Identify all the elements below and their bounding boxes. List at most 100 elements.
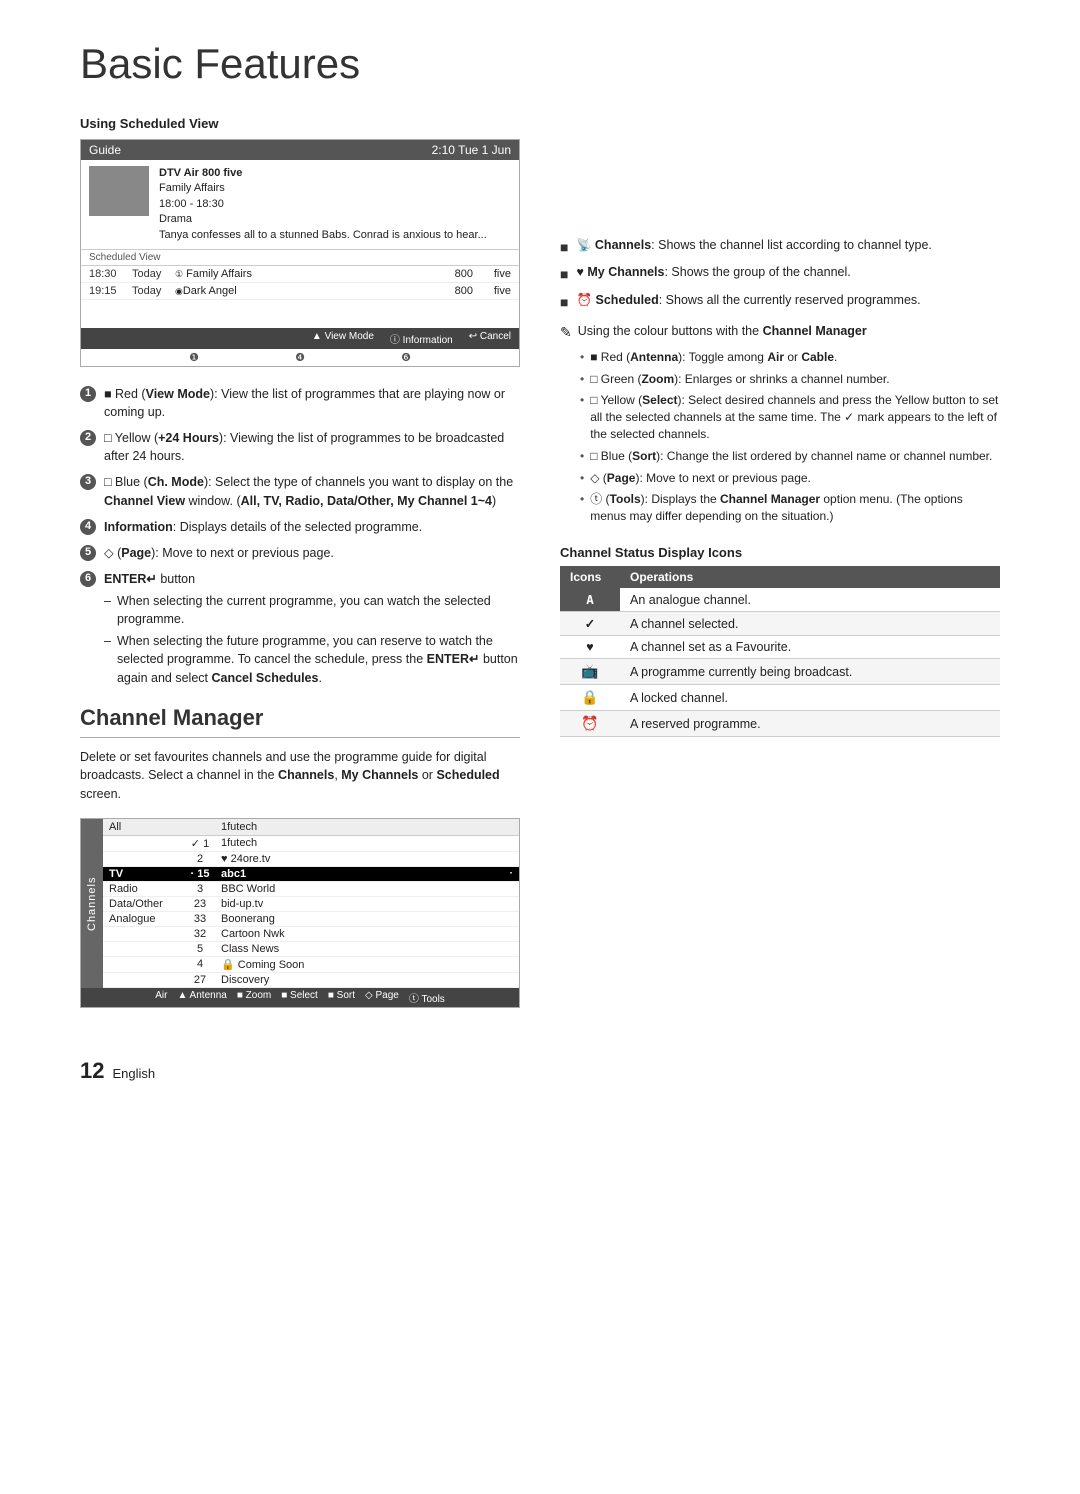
guide-row1-prog: ① Family Affairs [175,268,435,280]
guide-footer: ▲ View Mode ⓘ Information ↩ Cancel [81,328,519,349]
cm-r1-c2: ✓ 1 [185,837,215,850]
status-icon-6: ⏰ [560,711,620,737]
cm-r10-c3: Discovery [221,974,513,986]
cm-r7-c2: 32 [185,928,215,940]
cm-row-9: 4 🔒 Coming Soon [103,957,519,973]
note-icon: ✎ [560,324,572,341]
feat-6-sub-2: – When selecting the future programme, y… [104,632,520,686]
dot-4: • [580,448,584,465]
bullet-channels: ■ 📡 Channels: Shows the channel list acc… [560,236,1000,257]
feat-1-text: ■ Red (View Mode): View the list of prog… [104,385,520,421]
feat-4-text: Information: Displays details of the sel… [104,518,422,536]
colour-sub-1: • ■ Red (Antenna): Toggle among Air or C… [580,349,1000,366]
colour-sub-list: • ■ Red (Antenna): Toggle among Air or C… [560,349,1000,525]
bullet-channels-text: 📡 Channels: Shows the channel list accor… [576,236,931,257]
feature-2: 2 □ Yellow (+24 Hours): Viewing the list… [80,429,520,465]
cm-r6-c3: Boonerang [221,913,513,925]
cm-footer-page: ◇ Page [365,990,399,1005]
cm-footer-tools: ⓣ Tools [409,990,445,1005]
status-section: Channel Status Display Icons Icons Opera… [560,545,1000,737]
status-op-5: A locked channel. [620,685,1000,711]
bullet-scheduled-text: ⏰ Scheduled: Shows all the currently res… [576,291,920,312]
cm-r5-c2: 23 [185,898,215,910]
guide-header: Guide 2:10 Tue 1 Jun [81,140,519,160]
guide-genre: Drama [159,212,487,227]
feat-6-label: ENTER↵ button [104,572,195,586]
guide-scheduled-label: Scheduled View [81,250,519,266]
cm-row-2: 2 ♥ 24ore.tv [103,852,519,867]
cm-main: All 1futech ✓ 1 1futech 2 ♥ 24ore.tv [103,819,519,988]
cm-row-6: Analogue 33 Boonerang [103,912,519,927]
cm-footer-zoom: ■ Zoom [237,990,271,1005]
cm-footer-sort: ■ Sort [328,990,355,1005]
cm-footer-antenna: ▲ Antenna [177,990,226,1005]
status-heading: Channel Status Display Icons [560,545,1000,560]
status-row-5: 🔒 A locked channel. [560,685,1000,711]
status-row-2: ✓ A channel selected. [560,612,1000,636]
status-icon-5: 🔒 [560,685,620,711]
cm-row-5: Data/Other 23 bid-up.tv [103,897,519,912]
cm-sidebar-label: Channels [81,819,103,988]
cm-row-3-highlighted: TV · 15 abc1 · [103,867,519,882]
cm-r4-c1: Radio [109,883,179,895]
cm-row-7: 32 Cartoon Nwk [103,927,519,942]
cm-r9-c2: 4 [185,958,215,970]
feat-num-6: 6 [80,571,96,587]
guide-row2-chan: five [481,285,511,297]
cm-r3-c2: · 15 [185,868,215,880]
right-bullet-list: ■ 📡 Channels: Shows the channel list acc… [560,236,1000,312]
cm-header-col3: 1futech [221,821,513,833]
guide-empty-rows [81,300,519,328]
cm-row-4: Radio 3 BBC World [103,882,519,897]
guide-channel: DTV Air 800 five [159,166,487,181]
cm-header-row: All 1futech [103,819,519,836]
cm-footer-select: ■ Select [281,990,318,1005]
cm-r2-c3: ♥ 24ore.tv [221,853,513,865]
guide-num-4: ❹ [295,351,305,364]
dot-6: • [580,491,584,525]
cm-r6-c2: 33 [185,913,215,925]
cm-header-col1: All [109,821,179,833]
status-row-6: ⏰ A reserved programme. [560,711,1000,737]
status-icon-2: ✓ [560,612,620,636]
status-op-6: A reserved programme. [620,711,1000,737]
colour-sub-4: • □ Blue (Sort): Change the list ordered… [580,448,1000,465]
feature-4: 4 Information: Displays details of the s… [80,518,520,536]
guide-row1-chan: five [481,268,511,280]
guide-timerange: 18:00 - 18:30 [159,197,487,212]
dot-1: • [580,349,584,366]
colour-sub-2: • □ Green (Zoom): Enlarges or shrinks a … [580,371,1000,388]
status-row-3: ♥ A channel set as a Favourite. [560,636,1000,659]
guide-program: Family Affairs [159,181,487,196]
channel-manager-title: Channel Manager [80,705,520,738]
colour-sub-6-text: ⓣ (Tools): Displays the Channel Manager … [590,491,1000,525]
feat-num-5: 5 [80,545,96,561]
guide-info: DTV Air 800 five Family Affairs 18:00 - … [159,166,487,243]
channel-manager-box: Channels All 1futech ✓ 1 1futech [80,818,520,1008]
status-row-4: 📺 A programme currently being broadcast. [560,659,1000,685]
cm-r1-c3: 1futech [221,837,513,849]
right-column: ■ 📡 Channels: Shows the channel list acc… [560,116,1000,1028]
bullet-mychannels: ■ ♥ My Channels: Shows the group of the … [560,263,1000,284]
channel-manager-desc: Delete or set favourites channels and us… [80,748,520,804]
cm-r8-c2: 5 [185,943,215,955]
cm-r8-c3: Class News [221,943,513,955]
page-footer: 12 English [80,1058,1000,1084]
guide-row2-day: Today [132,285,167,297]
colour-sub-4-text: □ Blue (Sort): Change the list ordered b… [590,448,992,465]
feat-6-sub-2-text: When selecting the future programme, you… [117,632,520,686]
status-icon-4: 📺 [560,659,620,685]
cm-r2-c2: 2 [185,853,215,865]
guide-num-6: ❻ [401,351,411,364]
guide-footer-viewmode: ▲ View Mode [312,331,374,346]
bullet-sq-1: ■ [560,237,568,257]
feature-6: 6 ENTER↵ button – When selecting the cur… [80,570,520,691]
status-op-1: An analogue channel. [620,588,1000,612]
guide-box: Guide 2:10 Tue 1 Jun DTV Air 800 five Fa… [80,139,520,367]
cm-row-1: ✓ 1 1futech [103,836,519,852]
cm-row-10: 27 Discovery [103,973,519,988]
colour-sub-6: • ⓣ (Tools): Displays the Channel Manage… [580,491,1000,525]
guide-nums: ❶ ❹ ❻ [81,349,519,366]
cm-r7-c3: Cartoon Nwk [221,928,513,940]
feat-num-4: 4 [80,519,96,535]
